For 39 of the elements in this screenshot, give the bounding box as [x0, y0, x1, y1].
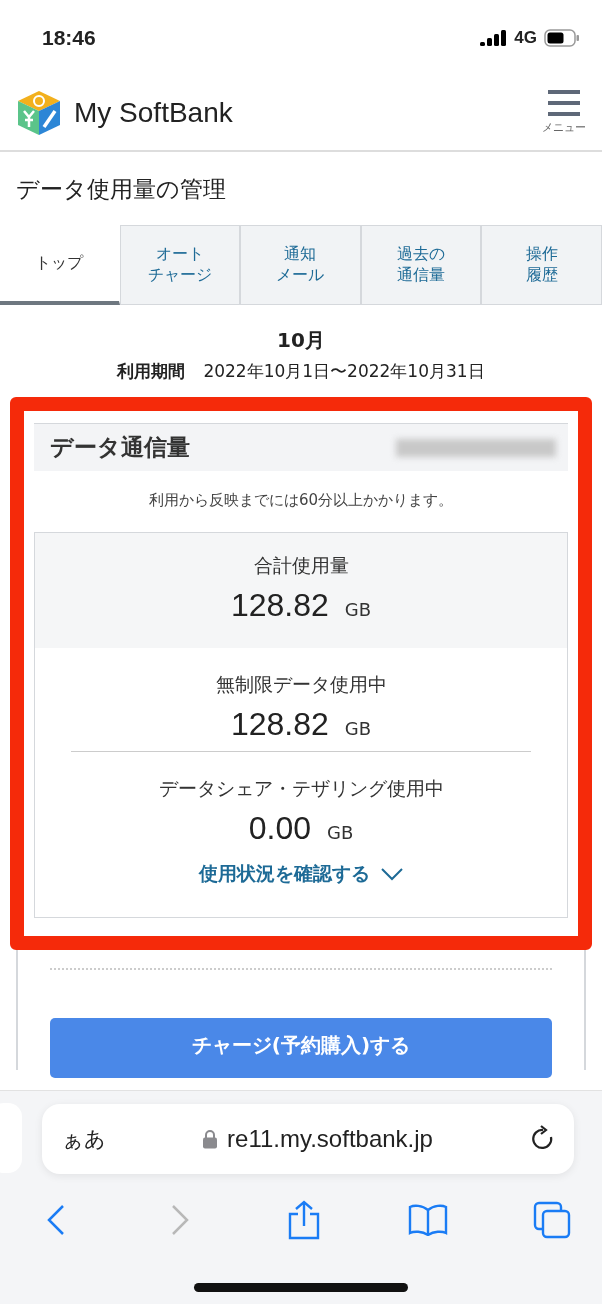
share-icon: [288, 1200, 320, 1240]
site-title: My SoftBank: [74, 96, 233, 129]
usage-value: 128.82: [230, 587, 329, 624]
url-text: re11.my.softbank.jp: [227, 1125, 433, 1153]
usage-details-link[interactable]: 使用状況を確認する: [35, 855, 567, 917]
page-title: データ使用量の管理: [15, 175, 227, 204]
usage-unit: GB: [344, 599, 372, 620]
signal-icon: [480, 29, 508, 46]
period-range: 2022年10月1日〜2022年10月31日: [203, 360, 485, 383]
usage-unit: GB: [327, 822, 354, 843]
forward-icon: [170, 1204, 190, 1236]
usage-value: 128.82: [230, 706, 329, 743]
tab[interactable]: オートチャージ: [119, 225, 241, 305]
cube-logo-icon: [16, 88, 62, 137]
tab[interactable]: 通知メール: [240, 225, 361, 305]
address-bar[interactable]: ぁあ re11.my.softbank.jp: [42, 1104, 574, 1174]
menu-button[interactable]: メニュー: [542, 90, 586, 135]
usage-unit: GB: [344, 718, 372, 739]
back-icon: [46, 1204, 66, 1236]
notice-text: 利用から反映までには60分以上かかります。: [147, 490, 455, 511]
usage-label: 合計使用量: [253, 553, 349, 578]
open-book-icon: [408, 1204, 448, 1236]
tab[interactable]: 操作履歴: [481, 225, 602, 305]
battery-icon: [544, 28, 580, 47]
period-label: 利用期間: [117, 360, 186, 383]
chevron-down-icon: [379, 867, 404, 881]
clock-time: 18:46: [42, 25, 96, 50]
usage-label: データシェア・テザリング使用中: [158, 776, 444, 801]
card-title: データ通信量: [50, 433, 190, 462]
network-label: 4G: [514, 27, 537, 48]
menu-icon: [547, 90, 581, 118]
text-size-button[interactable]: ぁあ: [62, 1125, 106, 1153]
usage-label: 無制限データ使用中: [215, 672, 387, 697]
tab[interactable]: 過去の通信量: [360, 225, 482, 305]
lock-icon: [203, 1129, 218, 1149]
charge-button[interactable]: チャージ(予約購入)する: [50, 1018, 552, 1078]
month-label: 10月: [277, 327, 325, 354]
usage-value: 0.00: [248, 810, 311, 847]
overlapping-squares-icon: [533, 1201, 571, 1239]
